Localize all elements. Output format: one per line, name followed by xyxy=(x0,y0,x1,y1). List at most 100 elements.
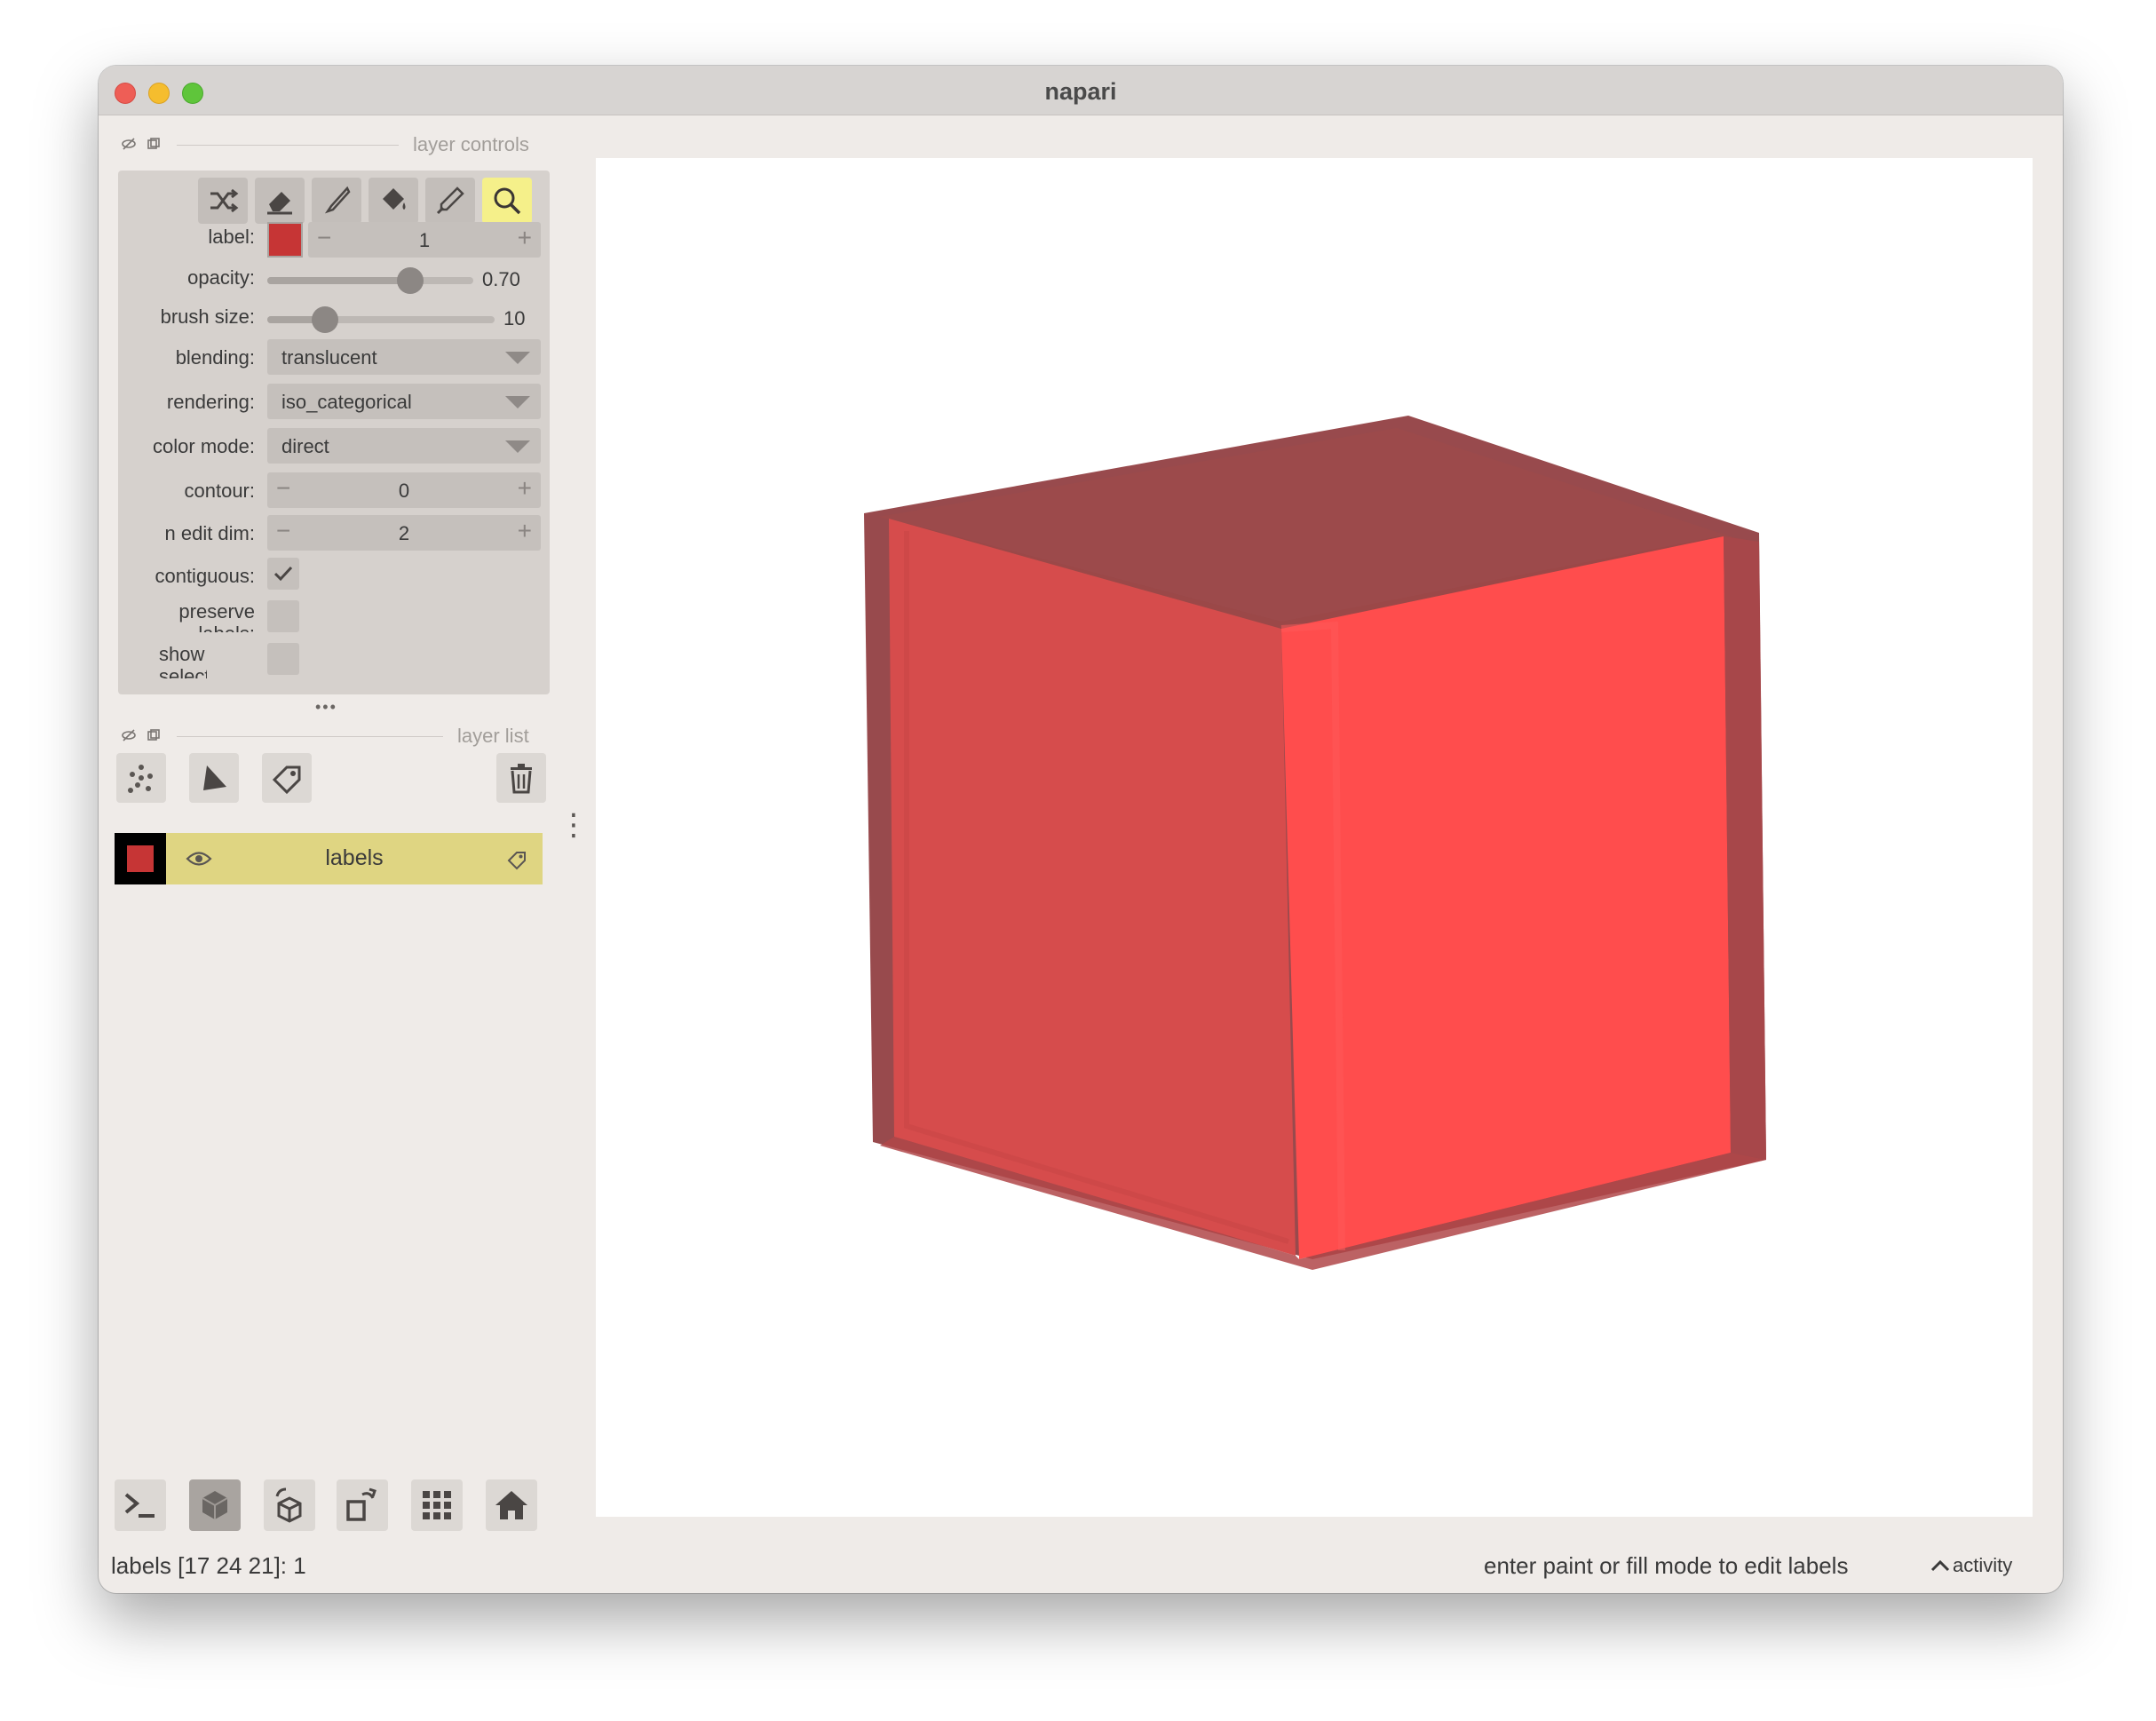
show-selected-label-line1: show xyxy=(159,643,205,665)
float-panel-icon[interactable] xyxy=(147,728,161,742)
show-selected-checkbox[interactable] xyxy=(267,643,299,675)
show-selected-label: show selected: xyxy=(118,643,207,678)
preserve-labels-checkbox[interactable] xyxy=(267,600,299,632)
n-edit-dim-value: 2 xyxy=(398,522,410,544)
preserve-labels-label-line1: preserve xyxy=(178,600,255,623)
new-labels-layer-button[interactable] xyxy=(262,753,312,803)
float-panel-icon[interactable] xyxy=(147,137,161,151)
paintbrush-icon xyxy=(324,186,351,214)
pick-tool-button[interactable] xyxy=(425,178,475,224)
eraser-icon xyxy=(267,192,292,215)
window-title: napari xyxy=(1044,78,1117,105)
grid-icon xyxy=(423,1491,451,1519)
points-icon xyxy=(128,765,153,793)
chevron-up-icon xyxy=(1930,1559,1950,1572)
status-coordinates: labels [17 24 21]: 1 xyxy=(111,1552,306,1579)
dropdown-arrow-icon xyxy=(505,440,530,453)
trash-icon xyxy=(511,764,532,794)
rendering-label: rendering: xyxy=(166,391,255,413)
opacity-slider-handle[interactable] xyxy=(397,267,424,294)
new-shapes-layer-button[interactable] xyxy=(189,753,239,803)
pan-zoom-tool-button[interactable] xyxy=(482,178,532,224)
color-mode-dropdown[interactable]: direct xyxy=(267,428,541,464)
contiguous-label: contiguous: xyxy=(155,565,255,587)
opacity-label: opacity: xyxy=(187,266,255,289)
home-icon xyxy=(495,1491,527,1519)
label-increment-button[interactable]: + xyxy=(518,224,532,252)
console-button[interactable] xyxy=(115,1479,166,1531)
preserve-labels-label-line2: labels: xyxy=(118,623,255,632)
brush-size-label: brush size: xyxy=(160,305,255,328)
show-selected-label-line2: selected: xyxy=(159,665,207,678)
layer-row-labels[interactable]: labels xyxy=(115,833,543,884)
status-help-text: enter paint or fill mode to edit labels xyxy=(1484,1552,1849,1579)
label-spinbox[interactable]: − 1 + xyxy=(308,222,541,258)
rendering-value: iso_categorical xyxy=(281,391,412,413)
layer-list-title: layer list xyxy=(457,725,529,747)
blending-dropdown[interactable]: translucent xyxy=(267,339,541,375)
toggle-3d-button[interactable] xyxy=(189,1479,241,1531)
grid-mode-button[interactable] xyxy=(411,1479,463,1531)
n-edit-dim-label: n edit dim: xyxy=(164,522,256,544)
opacity-value: 0.70 xyxy=(482,268,520,290)
preserve-labels-label: preserve labels: xyxy=(118,600,255,632)
terminal-icon xyxy=(124,1493,155,1518)
contour-label: contour: xyxy=(184,480,256,502)
contour-value: 0 xyxy=(398,480,410,502)
contour-increment-button[interactable]: + xyxy=(518,474,532,503)
activity-label: activity xyxy=(1953,1554,2013,1576)
shuffle-colors-button[interactable] xyxy=(198,178,248,224)
cube-left-face xyxy=(889,519,1296,1256)
layer-controls-panel: label: − 1 + opacity: 0.70 brush size: 1… xyxy=(118,171,550,694)
checkmark-icon xyxy=(273,566,293,582)
delete-layer-button[interactable] xyxy=(496,753,546,803)
labels-layer-type-icon xyxy=(507,852,526,870)
viewer-canvas[interactable] xyxy=(596,158,2033,1517)
labels-cube-render xyxy=(864,416,1766,1270)
label-color-swatch[interactable] xyxy=(267,222,303,258)
label-value: 1 xyxy=(418,229,431,251)
n-edit-dim-spinbox[interactable]: − 2 + xyxy=(267,515,541,551)
roll-icon xyxy=(275,1487,302,1523)
dropdown-arrow-icon xyxy=(505,352,530,364)
cube-right-edge xyxy=(1724,536,1766,1160)
color-mode-label: color mode: xyxy=(153,435,255,457)
fill-bucket-icon xyxy=(383,188,406,210)
roll-dimensions-button[interactable] xyxy=(264,1479,315,1531)
layer-controls-title: layer controls xyxy=(413,133,529,155)
brush-size-slider-handle[interactable] xyxy=(312,306,338,333)
label-label: label: xyxy=(208,226,255,248)
color-mode-value: direct xyxy=(281,435,329,457)
layer-list-dock-title: layer list xyxy=(116,723,578,749)
contour-spinbox[interactable]: − 0 + xyxy=(267,472,541,508)
color-picker-icon xyxy=(436,186,464,215)
cube-3d-icon xyxy=(202,1491,228,1519)
hide-eye-icon[interactable] xyxy=(122,137,136,151)
erase-tool-button[interactable] xyxy=(255,178,305,224)
transpose-button[interactable] xyxy=(337,1479,388,1531)
layer-list-menu-icon[interactable]: ⋮ xyxy=(559,810,589,840)
fill-tool-button[interactable] xyxy=(369,178,418,224)
n-edit-dim-increment-button[interactable]: + xyxy=(518,517,532,545)
blending-label: blending: xyxy=(175,346,255,369)
hide-eye-icon[interactable] xyxy=(122,728,136,742)
brush-size-value: 10 xyxy=(503,307,526,329)
pan-zoom-icon xyxy=(494,187,521,215)
paint-tool-button[interactable] xyxy=(312,178,361,224)
contiguous-checkbox[interactable] xyxy=(267,558,299,590)
rendering-dropdown[interactable]: iso_categorical xyxy=(267,384,541,419)
dropdown-arrow-icon xyxy=(505,396,530,408)
layer-controls-dock-title: layer controls xyxy=(116,131,578,158)
napari-window: napari layer controls label: − 1 + opaci… xyxy=(99,66,2063,1593)
shuffle-colors-icon xyxy=(210,188,239,213)
layer-name[interactable]: labels xyxy=(166,845,543,871)
transpose-icon xyxy=(346,1487,377,1521)
layer-thumbnail xyxy=(115,833,166,884)
splitter-handle[interactable]: ••• xyxy=(315,698,337,717)
new-points-layer-button[interactable] xyxy=(116,753,166,803)
reset-view-button[interactable] xyxy=(486,1479,537,1531)
title-bar: napari xyxy=(99,66,2063,115)
tag-icon xyxy=(272,765,301,795)
cube-front-face xyxy=(1281,536,1731,1259)
shapes-icon xyxy=(203,765,226,790)
